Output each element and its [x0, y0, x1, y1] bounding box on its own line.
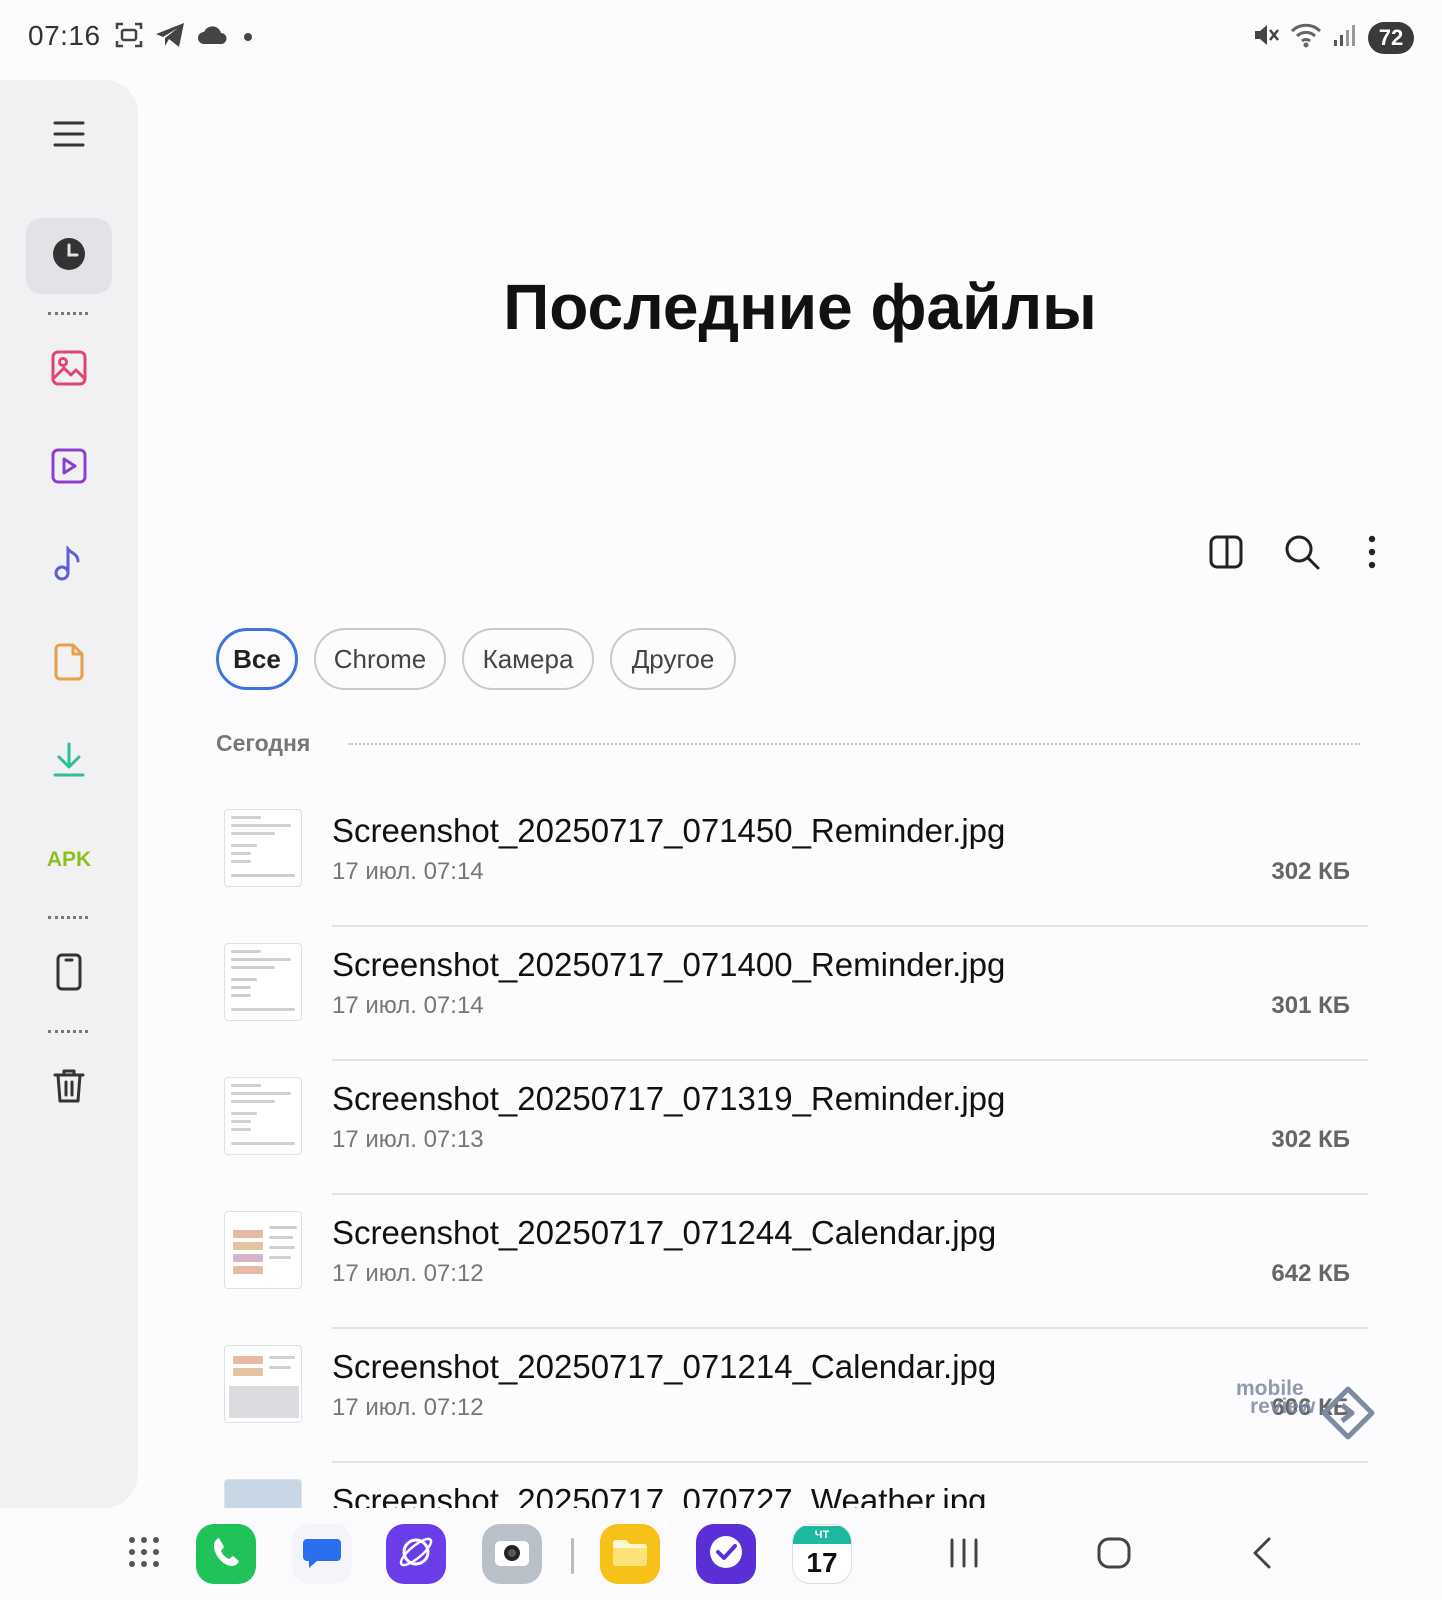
- file-date: 17 июл. 07:14: [332, 992, 484, 1019]
- back-nav-icon: [1249, 1536, 1275, 1575]
- status-icons-right: 72: [1252, 20, 1414, 55]
- file-row[interactable]: Screenshot_20250717_070727_Weather.jpg: [0, 1460, 1442, 1508]
- check-icon: [707, 1533, 745, 1576]
- file-thumbnail: [224, 943, 302, 1021]
- internet-icon: [396, 1532, 436, 1577]
- watermark-line2: review: [1250, 1395, 1316, 1418]
- rail-divider: [48, 312, 88, 315]
- file-date: 17 июл. 07:14: [332, 858, 484, 885]
- dock-app-internet[interactable]: [386, 1524, 446, 1584]
- file-date: 17 июл. 07:12: [332, 1260, 484, 1287]
- video-icon: [51, 448, 87, 489]
- document-icon: [52, 643, 86, 686]
- status-icons-left: [114, 20, 258, 55]
- status-bar: 07:16 72: [0, 0, 1442, 76]
- file-row[interactable]: Screenshot_20250717_071319_Reminder.jpg …: [0, 1058, 1442, 1195]
- dock-app-phone[interactable]: [196, 1524, 256, 1584]
- file-date: 17 июл. 07:13: [332, 1126, 484, 1153]
- home-nav-icon: [1096, 1536, 1132, 1575]
- telegram-icon: [154, 20, 186, 55]
- file-name: Screenshot_20250717_071244_Calendar.jpg: [332, 1214, 997, 1251]
- section-divider: [348, 743, 1360, 745]
- filter-chips: Все Chrome Камера Другое: [216, 628, 736, 690]
- mute-icon: [1252, 20, 1280, 55]
- dot-icon: [238, 20, 258, 55]
- file-list[interactable]: Screenshot_20250717_071450_Reminder.jpg …: [0, 790, 1442, 1508]
- messages-icon: [301, 1533, 343, 1576]
- watermark-logo-icon: [1320, 1385, 1376, 1446]
- file-name: Screenshot_20250717_071214_Calendar.jpg: [332, 1348, 997, 1385]
- calendar-day-label: ЧТ: [793, 1526, 851, 1544]
- file-size: 302 КБ: [1271, 1126, 1350, 1153]
- rail-item-downloads[interactable]: [26, 724, 112, 800]
- back-nav-button[interactable]: [1236, 1530, 1288, 1580]
- apps-grid-button[interactable]: [114, 1524, 174, 1584]
- rail-item-audio[interactable]: [26, 528, 112, 604]
- file-row[interactable]: Screenshot_20250717_071450_Reminder.jpg …: [0, 790, 1442, 927]
- split-view-icon: [1208, 534, 1244, 575]
- file-row[interactable]: Screenshot_20250717_071400_Reminder.jpg …: [0, 924, 1442, 1061]
- search-button[interactable]: [1278, 530, 1326, 578]
- file-name: Screenshot_20250717_071319_Reminder.jpg: [332, 1080, 1006, 1117]
- home-nav-button[interactable]: [1088, 1530, 1140, 1580]
- recents-nav-icon: [947, 1537, 981, 1574]
- filter-chip-other[interactable]: Другое: [610, 628, 736, 690]
- apps-grid-icon: [126, 1534, 162, 1575]
- image-icon: [51, 350, 87, 391]
- clock-icon: [51, 236, 87, 277]
- camera-icon: [492, 1535, 532, 1574]
- file-thumbnail: [224, 1077, 302, 1155]
- signal-icon: [1332, 20, 1358, 55]
- file-row[interactable]: Screenshot_20250717_071214_Calendar.jpg …: [0, 1326, 1442, 1463]
- search-icon: [1283, 533, 1321, 576]
- watermark-text: mobile review: [1236, 1378, 1316, 1418]
- recents-nav-button[interactable]: [938, 1530, 990, 1580]
- filter-chip-camera[interactable]: Камера: [462, 628, 594, 690]
- file-date: 17 июл. 07:12: [332, 1394, 484, 1421]
- file-row[interactable]: Screenshot_20250717_071244_Calendar.jpg …: [0, 1192, 1442, 1329]
- file-name: Screenshot_20250717_071400_Reminder.jpg: [332, 946, 1006, 983]
- wifi-icon: [1290, 20, 1322, 55]
- screenshot-icon: [114, 20, 144, 55]
- phone-icon: [209, 1535, 243, 1574]
- filter-chip-chrome[interactable]: Chrome: [314, 628, 446, 690]
- file-size: 301 КБ: [1271, 992, 1350, 1019]
- calendar-day-number: 17: [806, 1547, 838, 1578]
- file-thumbnail: [224, 809, 302, 887]
- dock-app-calendar[interactable]: ЧТ 17: [792, 1524, 852, 1584]
- folder-icon: [610, 1535, 650, 1574]
- filter-chip-all[interactable]: Все: [216, 628, 298, 690]
- dock-app-messages[interactable]: [292, 1524, 352, 1584]
- rail-item-images[interactable]: [26, 332, 112, 408]
- file-thumbnail: [224, 1479, 302, 1508]
- rail-item-documents[interactable]: [26, 626, 112, 702]
- more-options-button[interactable]: [1348, 530, 1396, 578]
- file-thumbnail: [224, 1345, 302, 1423]
- dock-divider: [571, 1538, 574, 1574]
- download-icon: [52, 741, 86, 784]
- file-size: 642 КБ: [1271, 1260, 1350, 1287]
- more-vert-icon: [1366, 534, 1378, 575]
- file-size: 302 КБ: [1271, 858, 1350, 885]
- dock-app-reminder[interactable]: [696, 1524, 756, 1584]
- page-title: Последние файлы: [503, 271, 1097, 343]
- battery-indicator: 72: [1368, 21, 1414, 54]
- menu-button[interactable]: [26, 98, 112, 174]
- status-time: 07:16: [28, 20, 101, 51]
- section-header-today: Сегодня: [216, 730, 311, 756]
- dock-app-camera[interactable]: [482, 1524, 542, 1584]
- taskbar: ЧТ 17: [0, 1508, 1442, 1600]
- dock-app-my-files[interactable]: [600, 1524, 660, 1584]
- rail-item-videos[interactable]: [26, 430, 112, 506]
- menu-icon: [52, 119, 86, 154]
- file-thumbnail: [224, 1211, 302, 1289]
- rail-item-recent[interactable]: [26, 218, 112, 294]
- file-name: Screenshot_20250717_071450_Reminder.jpg: [332, 812, 1006, 849]
- split-view-button[interactable]: [1202, 530, 1250, 578]
- file-name: Screenshot_20250717_070727_Weather.jpg: [332, 1482, 987, 1508]
- cloud-icon: [196, 22, 228, 53]
- music-icon: [51, 544, 87, 587]
